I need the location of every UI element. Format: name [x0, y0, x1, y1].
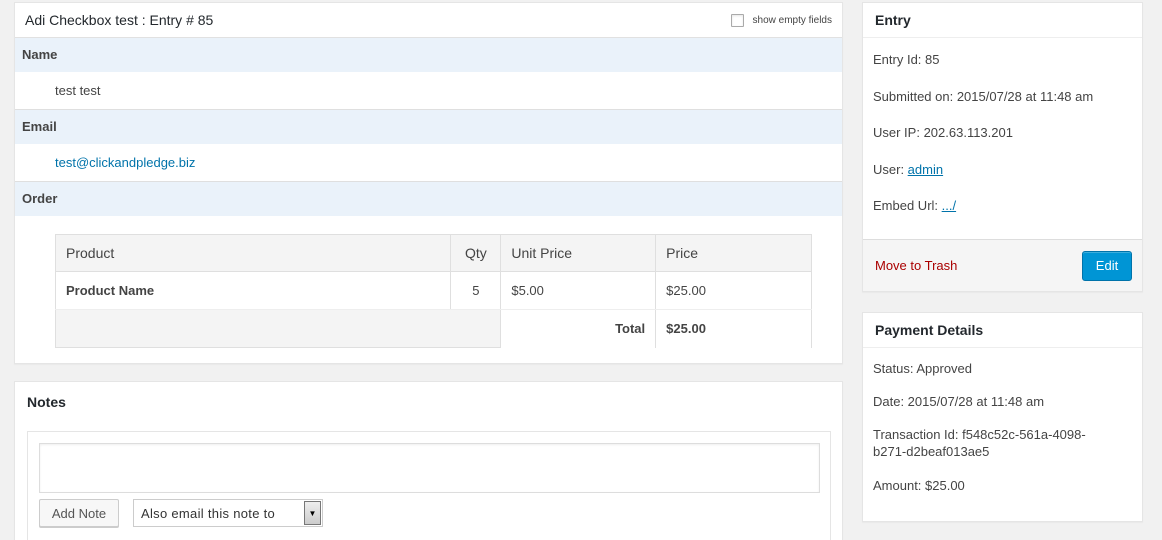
embed-url-line: Embed Url: .../ [873, 191, 1132, 228]
entry-actions: Move to Trash Edit [863, 239, 1142, 291]
move-to-trash-link[interactable]: Move to Trash [875, 258, 957, 273]
total-label: Total [500, 309, 657, 348]
total-row: Total $25.00 [54, 309, 812, 348]
user-line: User: admin [873, 155, 1132, 192]
entry-info-panel: Entry Entry Id: 85 Submitted on: 2015/07… [862, 2, 1143, 292]
submitted-on: Submitted on: 2015/07/28 at 11:48 am [873, 88, 1094, 104]
column-header-price: Price [655, 234, 812, 272]
notes-form: Add Note Also email this note to ▼ [27, 431, 831, 540]
column-header-unit-price: Unit Price [500, 234, 657, 272]
field-value-email-link[interactable]: test@clickandpledge.biz [15, 144, 842, 182]
field-label-name: Name [15, 38, 842, 72]
user-ip: User IP: 202.63.113.201 [873, 125, 1013, 140]
entry-title: Adi Checkbox test : Entry # 85 [25, 12, 214, 28]
product-qty: 5 [450, 271, 502, 310]
entry-id: Entry Id: 85 [873, 52, 940, 67]
transaction-id: Transaction Id: f548c52c-561a-4098- b271… [873, 422, 1132, 473]
note-textarea[interactable] [39, 443, 820, 493]
payment-status: Status: Approved [873, 361, 973, 376]
show-empty-fields-checkbox[interactable] [730, 13, 744, 27]
embed-url-label: Embed Url: [873, 198, 942, 213]
payment-details-panel: Payment Details Status: Approved Date: 2… [862, 312, 1143, 522]
email-note-select[interactable]: Also email this note to ▼ [133, 499, 323, 527]
embed-url-link[interactable]: .../ [942, 198, 956, 213]
edit-button[interactable]: Edit [1082, 250, 1132, 281]
order-table-wrapper: Product Qty Unit Price Price Product Nam… [15, 216, 842, 348]
table-row: Product Name 5 $5.00 $25.00 [54, 271, 812, 310]
product-name: Product Name [54, 271, 452, 310]
field-value-name: test test [15, 72, 842, 110]
chevron-down-icon[interactable]: ▼ [304, 501, 321, 525]
product-unit-price: $5.00 [500, 271, 657, 310]
entry-detail-panel: Adi Checkbox test : Entry # 85 show empt… [14, 2, 843, 364]
field-label-order: Order [15, 182, 842, 216]
show-empty-fields-label: show empty fields [752, 14, 832, 26]
payment-date: Date: 2015/07/28 at 11:48 am [873, 394, 1045, 409]
order-table: Product Qty Unit Price Price Product Nam… [54, 234, 812, 348]
total-spacer [54, 309, 502, 348]
entry-info-title: Entry [863, 3, 1142, 38]
entry-header: Adi Checkbox test : Entry # 85 show empt… [15, 3, 842, 38]
order-table-header: Product Qty Unit Price Price [54, 234, 812, 272]
user-label: User: [873, 161, 908, 177]
email-note-select-value: Also email this note to [141, 505, 276, 521]
transaction-id-line-1: Transaction Id: f548c52c-561a-4098- [873, 427, 1086, 442]
show-empty-fields-toggle[interactable]: show empty fields [730, 13, 832, 27]
total-value: $25.00 [655, 309, 812, 348]
payment-details-title: Payment Details [863, 313, 1142, 348]
field-label-email: Email [15, 110, 842, 144]
add-note-button[interactable]: Add Note [39, 499, 119, 527]
user-link[interactable]: admin [908, 162, 943, 177]
notes-title: Notes [27, 394, 66, 410]
transaction-id-line-2: b271-d2beaf013ae5 [873, 444, 990, 459]
notes-panel: Notes Add Note Also email this note to ▼ [14, 381, 843, 540]
payment-amount: Amount: $25.00 [873, 478, 965, 493]
column-header-qty: Qty [450, 234, 502, 272]
product-price: $25.00 [655, 271, 812, 310]
column-header-product: Product [54, 234, 452, 272]
